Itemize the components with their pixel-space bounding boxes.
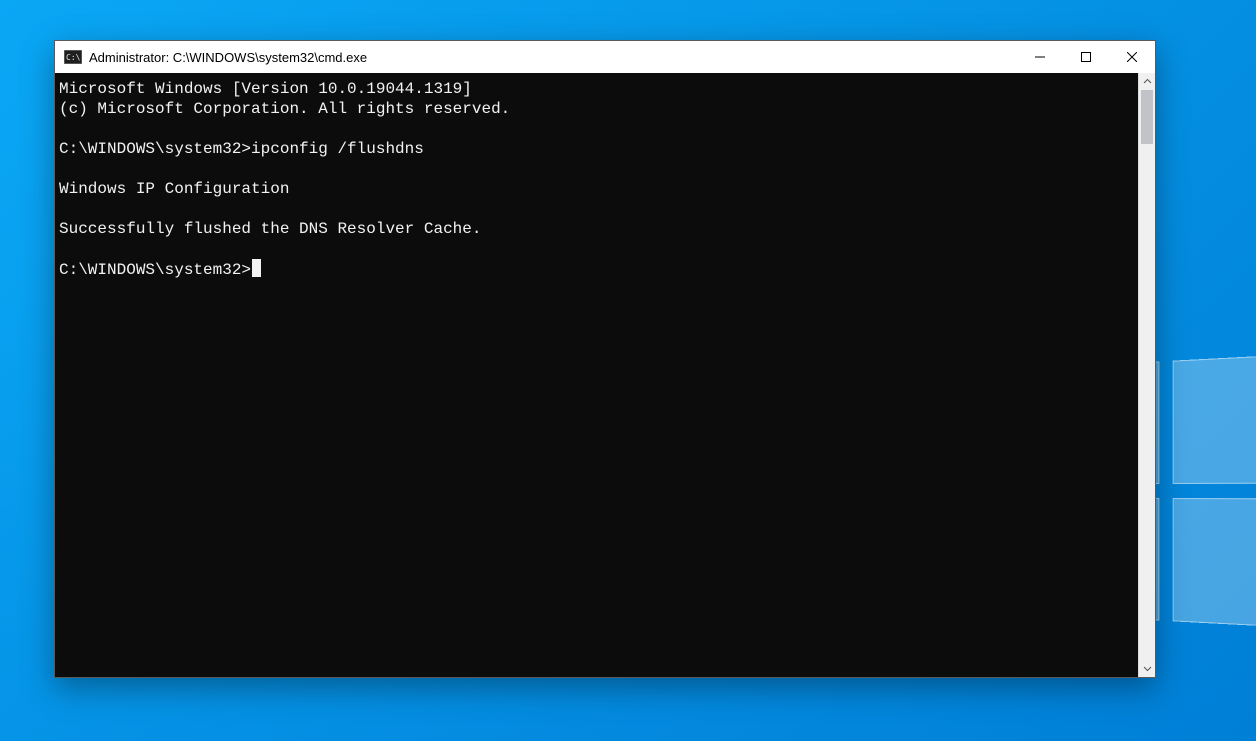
close-icon [1127,52,1137,62]
text-cursor [252,259,261,277]
svg-text:C:\: C:\ [66,53,81,62]
console-line: (c) Microsoft Corporation. All rights re… [59,99,1134,119]
console-line: Successfully flushed the DNS Resolver Ca… [59,219,1134,239]
vertical-scrollbar[interactable] [1138,73,1155,677]
titlebar[interactable]: C:\ Administrator: C:\WINDOWS\system32\c… [55,41,1155,73]
window-client-area: Microsoft Windows [Version 10.0.19044.13… [55,73,1155,677]
desktop-background: C:\ Administrator: C:\WINDOWS\system32\c… [0,0,1256,741]
console-line [59,239,1134,259]
minimize-icon [1035,52,1045,62]
chevron-up-icon [1143,77,1152,86]
cmd-window: C:\ Administrator: C:\WINDOWS\system32\c… [54,40,1156,678]
console-output[interactable]: Microsoft Windows [Version 10.0.19044.13… [55,73,1138,677]
console-line [59,199,1134,219]
window-title: Administrator: C:\WINDOWS\system32\cmd.e… [89,50,367,65]
console-line: C:\WINDOWS\system32> [59,259,1134,280]
cmd-app-icon: C:\ [63,49,83,65]
console-line: Windows IP Configuration [59,179,1134,199]
scrollbar-thumb[interactable] [1141,90,1153,144]
console-line [59,159,1134,179]
scroll-up-button[interactable] [1139,73,1155,90]
console-line: Microsoft Windows [Version 10.0.19044.13… [59,79,1134,99]
console-line [59,119,1134,139]
scrollbar-track[interactable] [1139,90,1155,660]
scroll-down-button[interactable] [1139,660,1155,677]
maximize-icon [1081,52,1091,62]
window-controls [1017,41,1155,73]
minimize-button[interactable] [1017,41,1063,73]
console-line: C:\WINDOWS\system32>ipconfig /flushdns [59,139,1134,159]
close-button[interactable] [1109,41,1155,73]
maximize-button[interactable] [1063,41,1109,73]
chevron-down-icon [1143,664,1152,673]
